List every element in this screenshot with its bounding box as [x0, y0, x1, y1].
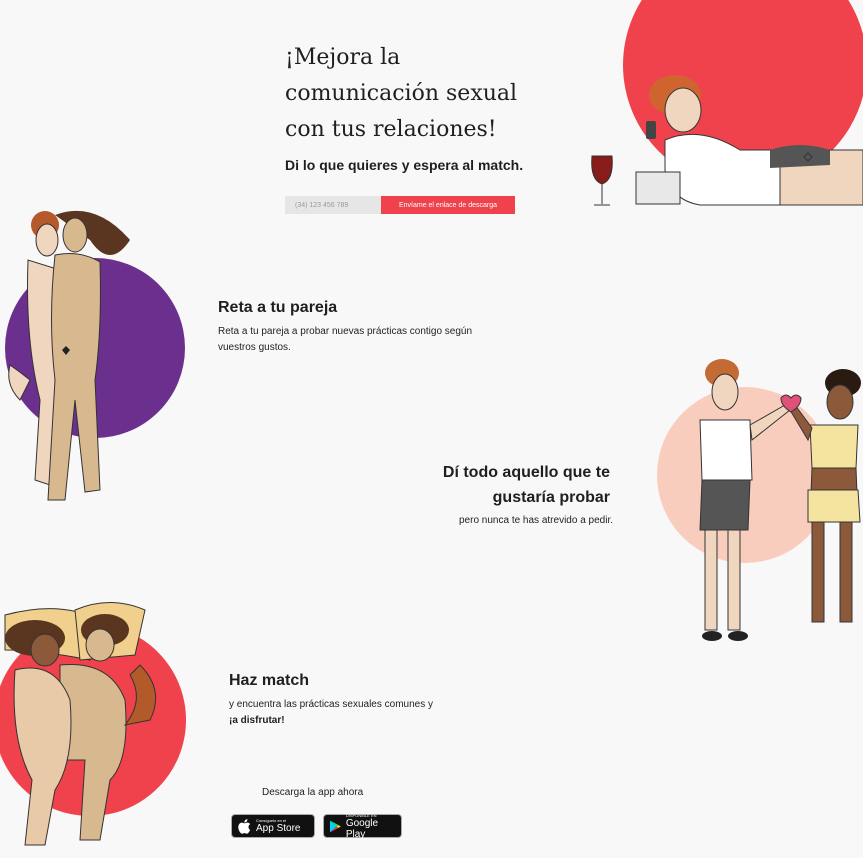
download-label: Descarga la app ahora	[262, 787, 364, 798]
google-play-icon	[330, 820, 341, 832]
hero-title: ¡Mejora la comunicación sexual con tus r…	[285, 40, 585, 148]
hero-subtitle: Di lo que quieres y espera al match.	[285, 157, 524, 173]
section-desires-text: pero nunca te has atrevido a pedir.	[459, 515, 613, 526]
download-link-form: Envíame el enlace de descarga	[285, 196, 515, 214]
hero-title-line: ¡Mejora la	[285, 45, 401, 70]
google-play-big-text: Google Play	[345, 817, 379, 840]
section-desires-title-line: gustaría probar	[492, 489, 610, 506]
section-match-text: y encuentra las prácticas sexuales comun…	[229, 697, 469, 729]
section-desires-title-line: Dí todo aquello que te	[442, 464, 610, 481]
hero-title-line: comunicación sexual	[285, 81, 518, 106]
app-store-big-text: App Store	[256, 823, 301, 834]
section-challenge-title: Reta a tu pareja	[218, 299, 338, 316]
section-match-title: Haz match	[229, 672, 310, 689]
hero-title-line: con tus relaciones!	[285, 117, 497, 142]
google-play-button[interactable]: DISPONIBLE EN Google Play	[323, 813, 402, 840]
app-store-button[interactable]: Consíguelo en el App Store	[231, 814, 315, 838]
send-download-link-button[interactable]: Envíame el enlace de descarga	[381, 196, 515, 214]
section-match-text-line: y encuentra las prácticas sexuales comun…	[229, 699, 433, 710]
apple-icon	[238, 818, 251, 834]
section-desires-title: Dí todo aquello que te gustaría probar	[420, 460, 610, 510]
section-match-text-bold: ¡a disfrutar!	[229, 715, 285, 726]
section-challenge-text: Reta a tu pareja a probar nuevas práctic…	[218, 326, 473, 353]
phone-input[interactable]	[285, 196, 381, 214]
wine-glass-illustration	[591, 155, 613, 206]
